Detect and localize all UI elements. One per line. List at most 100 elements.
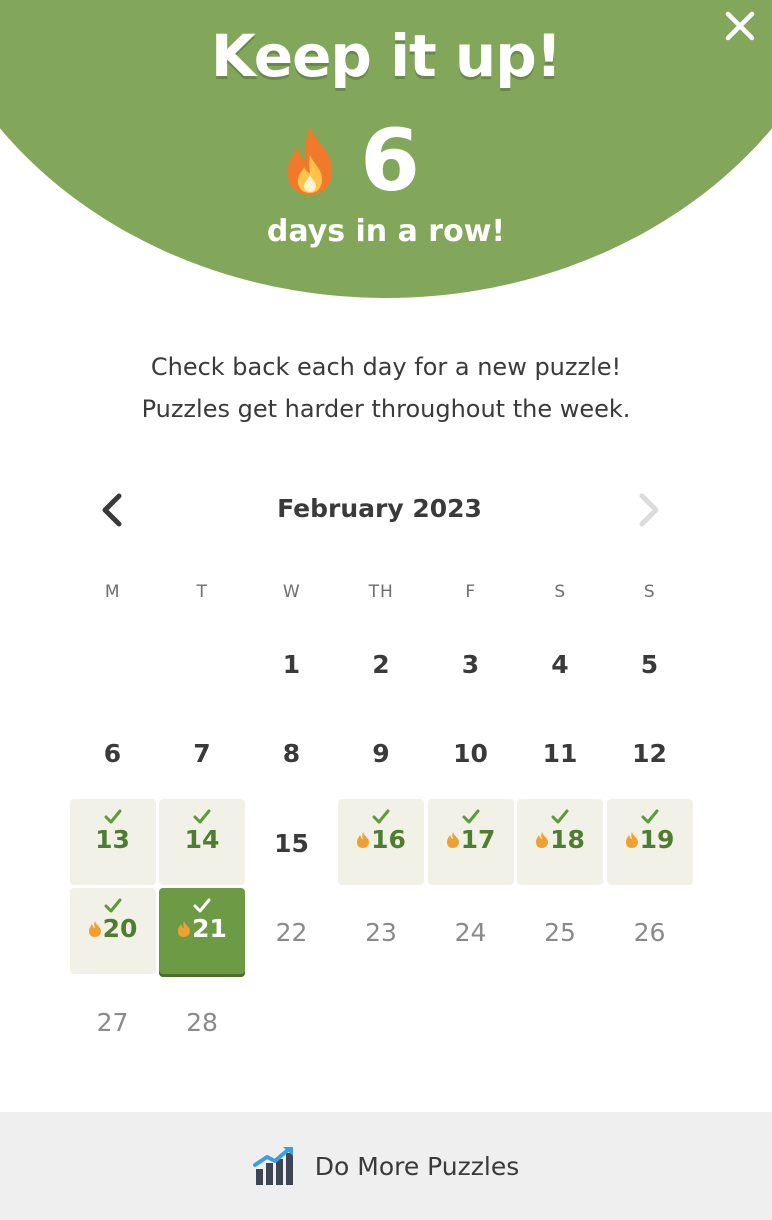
day-number-text: 23 <box>365 918 397 947</box>
day-number-text: 2 <box>372 649 390 679</box>
day-number-text: 27 <box>96 1007 129 1037</box>
day-cell-20[interactable]: 20 <box>69 888 156 974</box>
day-number: 17 <box>428 825 514 854</box>
day-number-text: 12 <box>632 739 667 768</box>
streak-row: 6 <box>0 118 772 204</box>
day-number-text: 26 <box>633 918 666 947</box>
do-more-puzzles-button[interactable]: Do More Puzzles <box>0 1112 772 1220</box>
flame-icon <box>88 921 101 937</box>
day-cell-15[interactable]: 15 <box>249 799 335 885</box>
day-cell-21[interactable]: 21 <box>159 888 245 974</box>
day-number: 19 <box>607 825 693 854</box>
flame-icon <box>446 831 459 848</box>
day-number-text: 25 <box>544 918 576 947</box>
day-number: 2 <box>338 650 424 679</box>
day-number: 24 <box>428 918 514 947</box>
empty-day-cell <box>70 620 156 706</box>
day-cell-10[interactable]: 10 <box>428 709 514 795</box>
day-cell-17[interactable]: 17 <box>427 798 514 885</box>
day-cell-16[interactable]: 16 <box>338 798 424 885</box>
do-more-puzzles-label: Do More Puzzles <box>314 1151 520 1181</box>
day-cell-18[interactable]: 18 <box>517 798 603 885</box>
flame-icon <box>625 831 638 848</box>
bar-chart-icon <box>252 1147 293 1185</box>
day-cell-1[interactable]: 1 <box>249 620 335 706</box>
day-number: 18 <box>517 825 603 854</box>
day-number: 27 <box>70 1008 156 1037</box>
check-icon <box>641 809 658 823</box>
calendar-header: February 2023 <box>66 488 693 532</box>
day-number: 28 <box>159 1008 245 1037</box>
check-icon <box>104 898 121 913</box>
day-cell-14[interactable]: 14 <box>159 798 245 885</box>
day-cell-19[interactable]: 19 <box>606 798 693 885</box>
day-cell-6[interactable]: 6 <box>70 709 156 795</box>
day-cell-11[interactable]: 11 <box>517 709 603 795</box>
day-number: 22 <box>249 918 335 947</box>
flame-icon <box>536 831 549 848</box>
day-cell-3[interactable]: 3 <box>428 620 514 706</box>
day-number: 6 <box>70 739 156 768</box>
month-label: February 2023 <box>277 494 482 523</box>
day-cell-5[interactable]: 5 <box>607 620 693 706</box>
weekday-label: M <box>104 582 121 602</box>
day-cell-9[interactable]: 9 <box>338 709 424 795</box>
day-number-text: 18 <box>550 824 585 854</box>
day-cell-2[interactable]: 2 <box>338 620 424 706</box>
day-number: 25 <box>517 918 603 947</box>
day-number: 15 <box>249 829 335 858</box>
day-number-text: 22 <box>275 918 308 947</box>
calendar-grid: 1 2 3 4 5 6 7 8 9 10 11 12 13 14 15 16 17 18 19 20 21 22 23 24 2… <box>68 618 695 1066</box>
check-icon <box>462 809 479 823</box>
empty-day-cell <box>159 620 245 706</box>
flame-icon <box>287 127 333 195</box>
day-cell-27: 27 <box>70 978 156 1064</box>
weekday-label: TH <box>368 582 394 602</box>
weekday-label: S <box>554 582 567 602</box>
weekday-label: T <box>196 582 208 602</box>
day-number: 26 <box>607 918 693 947</box>
streak-modal: Keep it up! 6 days in a row! Check back … <box>0 0 772 1220</box>
weekday-label: F <box>465 582 477 602</box>
day-number-text: 5 <box>640 649 659 679</box>
day-cell-13[interactable]: 13 <box>69 798 156 885</box>
day-cell-7[interactable]: 7 <box>159 709 245 795</box>
info-message: Check back each day for a new puzzle! Pu… <box>0 346 772 430</box>
day-number-text: 11 <box>542 739 578 768</box>
weekday-label: S <box>643 582 656 602</box>
day-number-text: 24 <box>454 918 487 947</box>
day-number: 1 <box>249 650 335 679</box>
day-cell-4[interactable]: 4 <box>517 620 603 706</box>
day-number: 3 <box>428 650 514 679</box>
check-icon <box>193 809 211 823</box>
day-number: 21 <box>159 914 245 943</box>
day-number-text: 17 <box>460 824 496 854</box>
next-month-button[interactable] <box>627 490 667 530</box>
flame-icon <box>178 921 191 937</box>
info-line-2: Puzzles get harder throughout the week. <box>141 395 631 423</box>
check-icon <box>193 898 211 913</box>
day-number-text: 1 <box>282 649 301 679</box>
day-cell-12[interactable]: 12 <box>607 709 693 795</box>
day-number-text: 10 <box>453 739 488 768</box>
check-icon <box>372 809 390 823</box>
day-number: 8 <box>249 739 335 768</box>
weekday-label: W <box>282 582 301 602</box>
day-number-text: 16 <box>371 824 406 854</box>
day-cell-8[interactable]: 8 <box>249 709 335 795</box>
day-cell-28: 28 <box>159 978 245 1064</box>
day-number-text: 14 <box>184 824 220 854</box>
day-number: 10 <box>428 739 514 768</box>
streak-count: 6 <box>360 111 420 211</box>
day-number-text: 3 <box>461 649 480 679</box>
day-number: 12 <box>607 739 693 768</box>
day-number-text: 4 <box>551 649 569 679</box>
day-number: 13 <box>70 825 156 854</box>
day-number: 11 <box>517 739 603 768</box>
flame-icon <box>357 831 370 848</box>
day-number-text: 13 <box>95 824 130 854</box>
day-number: 4 <box>517 650 603 679</box>
day-cell-25: 25 <box>517 888 603 974</box>
check-icon <box>104 809 121 823</box>
day-cell-23: 23 <box>338 888 424 974</box>
